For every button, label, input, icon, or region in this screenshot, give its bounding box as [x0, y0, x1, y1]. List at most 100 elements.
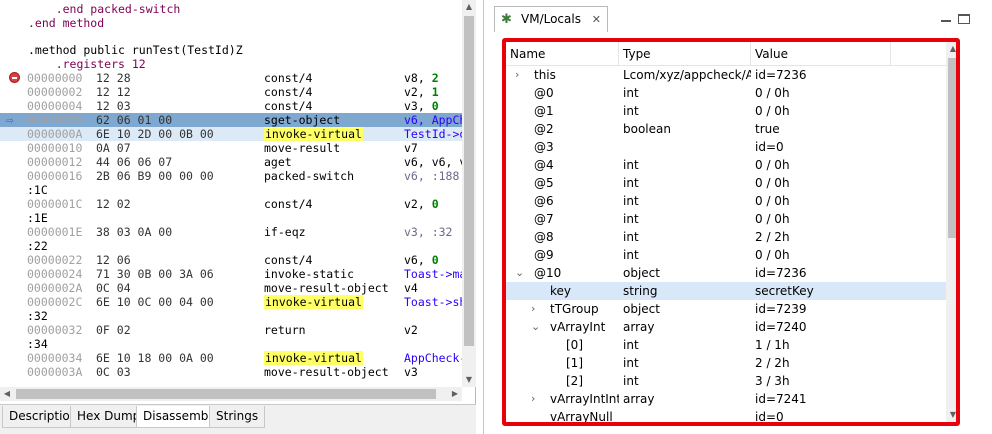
- code-line[interactable]: .end packed-switch: [0, 2, 462, 16]
- code-line[interactable]: 0000000A 6E 10 2D 00 0B 00 invoke-virtual T…: [0, 127, 462, 141]
- maximize-icon[interactable]: [958, 14, 970, 24]
- instruction-address: 00000032: [27, 323, 83, 337]
- operands: v2, 1: [404, 85, 439, 99]
- instruction-address: 00000000: [27, 71, 83, 85]
- code-line[interactable]: 0000003A 0C 03 move-result-object v3: [0, 365, 462, 379]
- tree-row[interactable]: @8 int 2 / 2h: [506, 228, 946, 246]
- tree-row[interactable]: @1 int 0 / 0h: [506, 102, 946, 120]
- code-line[interactable]: 00000002 12 12 const/4 v2, 1: [0, 85, 462, 99]
- tree-row[interactable]: @3 id=0: [506, 138, 946, 156]
- operands: v2, 0: [404, 197, 439, 211]
- code-line[interactable]: :32: [0, 309, 462, 323]
- variable-name: [0]: [566, 338, 583, 352]
- code-line[interactable]: .end method: [0, 16, 462, 30]
- code-line[interactable]: 0000002C 6E 10 0C 00 04 00 invoke-virtual T…: [0, 295, 462, 309]
- breakpoint-icon[interactable]: [9, 72, 20, 83]
- code-line[interactable]: 00000000 12 28 const/4 v8, 2: [0, 71, 462, 85]
- opcode: move-result: [264, 141, 341, 155]
- tree-row[interactable]: [0] int 1 / 1h: [506, 336, 946, 354]
- variable-type: string: [623, 284, 658, 298]
- column-type[interactable]: Type: [619, 42, 751, 66]
- code-horizontal-scrollbar[interactable]: ◀ ▶: [0, 387, 462, 401]
- tree-row[interactable]: @7 int 0 / 0h: [506, 210, 946, 228]
- code-line[interactable]: 00000006 62 06 01 00 sget-object v6, AppChe…: [0, 113, 462, 127]
- tree-row[interactable]: key string secretKey: [506, 282, 946, 300]
- instruction-address: 00000004: [27, 99, 83, 113]
- operands: v3, :32: [404, 225, 453, 239]
- minimize-icon[interactable]: [940, 14, 952, 24]
- variable-name: @8: [534, 230, 554, 244]
- tree-row[interactable]: @6 int 0 / 0h: [506, 192, 946, 210]
- variable-value: 0 / 0h: [755, 248, 790, 262]
- variable-name: vArrayIntInt: [550, 392, 619, 406]
- code-line[interactable]: 0000002A 0C 04 move-result-object v4: [0, 281, 462, 295]
- tree-row[interactable]: @4 int 0 / 0h: [506, 156, 946, 174]
- variable-value: 0 / 0h: [755, 86, 790, 100]
- code-line[interactable]: 00000034 6E 10 18 00 0A 00 invoke-virtual A…: [0, 351, 462, 365]
- scroll-right-icon[interactable]: ▶: [448, 387, 462, 401]
- variable-name: @3: [534, 140, 554, 154]
- tree-row[interactable]: @9 int 0 / 0h: [506, 246, 946, 264]
- code-line[interactable]: .method public runTest(TestId)Z: [0, 43, 462, 57]
- code-line[interactable]: 0000001C 12 02 const/4 v2, 0: [0, 197, 462, 211]
- code-line[interactable]: [0, 30, 462, 44]
- code-line[interactable]: :1E: [0, 211, 462, 225]
- code-line[interactable]: 00000022 12 06 const/4 v6, 0: [0, 253, 462, 267]
- variable-value: id=7236: [755, 266, 807, 280]
- variable-value: id=0: [755, 410, 784, 422]
- scroll-down-icon[interactable]: ▼: [946, 408, 956, 422]
- tree-row[interactable]: @5 int 0 / 0h: [506, 174, 946, 192]
- code-line[interactable]: 00000010 0A 07 move-result v7: [0, 141, 462, 155]
- code-line[interactable]: 00000004 12 03 const/4 v3, 0: [0, 99, 462, 113]
- tree-row[interactable]: @0 int 0 / 0h: [506, 84, 946, 102]
- locals-scroll-thumb[interactable]: [948, 58, 956, 238]
- variable-type: int: [623, 230, 639, 244]
- code-scroll-thumb[interactable]: [464, 16, 474, 346]
- tree-row[interactable]: › tTGroup object id=7239: [506, 300, 946, 318]
- locals-tree[interactable]: ›thisLcom/xyz/appcheck/Appid=7236@0int0 …: [506, 66, 946, 422]
- column-value[interactable]: Value: [751, 42, 891, 66]
- code-line[interactable]: 0000001E 38 03 0A 00 if-eqz v3, :32: [0, 225, 462, 239]
- tree-row[interactable]: › vArrayIntInt array id=7241: [506, 390, 946, 408]
- tree-row[interactable]: @2 boolean true: [506, 120, 946, 138]
- scroll-down-icon[interactable]: ▼: [462, 373, 476, 387]
- tree-row[interactable]: ›thisLcom/xyz/appcheck/Appid=7236: [506, 66, 946, 84]
- code-line[interactable]: :1C: [0, 183, 462, 197]
- variable-name: @4: [534, 158, 554, 172]
- code-hscroll-thumb[interactable]: [16, 389, 436, 399]
- instruction-bytes: 12 03: [96, 99, 131, 113]
- tab-strings[interactable]: Strings: [209, 406, 266, 428]
- method-signature: .method public runTest(TestId)Z: [28, 43, 243, 57]
- code-editor[interactable]: .end packed-switch .end method .method pub…: [0, 0, 462, 387]
- variable-value: 3 / 3h: [755, 374, 790, 388]
- code-line[interactable]: 00000032 0F 02 return v2: [0, 323, 462, 337]
- variable-value: id=7240: [755, 320, 807, 334]
- code-line[interactable]: :22: [0, 239, 462, 253]
- locals-vertical-scrollbar[interactable]: ▲ ▼: [946, 42, 956, 422]
- code-vertical-scrollbar[interactable]: ▲ ▼: [462, 0, 476, 387]
- tree-row[interactable]: vArrayNull id=0: [506, 408, 946, 422]
- code-line[interactable]: :34: [0, 337, 462, 351]
- column-name[interactable]: Name: [506, 42, 619, 66]
- tree-row[interactable]: [1] int 2 / 2h: [506, 354, 946, 372]
- code-line[interactable]: 00000012 44 06 06 07 aget v6, v6, v7: [0, 155, 462, 169]
- operands: v6, v6, v7: [404, 155, 462, 169]
- instruction-bytes: 0C 03: [96, 365, 131, 379]
- code-line[interactable]: .registers 12: [0, 57, 462, 71]
- scroll-up-icon[interactable]: ▲: [462, 0, 476, 14]
- tree-row[interactable]: [2] int 3 / 3h: [506, 372, 946, 390]
- close-icon[interactable]: ✕: [592, 7, 601, 32]
- scroll-left-icon[interactable]: ◀: [0, 387, 14, 401]
- scroll-up-icon[interactable]: ▲: [946, 42, 956, 56]
- variable-type: int: [623, 212, 639, 226]
- tab-vm-locals[interactable]: ✱ VM/Locals ✕: [494, 6, 608, 32]
- opcode: move-result-object: [264, 365, 389, 379]
- variable-name: [2]: [566, 374, 583, 388]
- opcode: const/4: [264, 197, 313, 211]
- tree-row[interactable]: ⌄ @10 object id=7236: [506, 264, 946, 282]
- code-line[interactable]: 00000016 2B 06 B9 00 00 00 packed-switch v6…: [0, 169, 462, 183]
- variable-value: true: [755, 122, 780, 136]
- operands: v4: [404, 281, 418, 295]
- code-line[interactable]: 00000024 71 30 0B 00 3A 06 invoke-static To…: [0, 267, 462, 281]
- tree-row[interactable]: ⌄ vArrayInt array id=7240: [506, 318, 946, 336]
